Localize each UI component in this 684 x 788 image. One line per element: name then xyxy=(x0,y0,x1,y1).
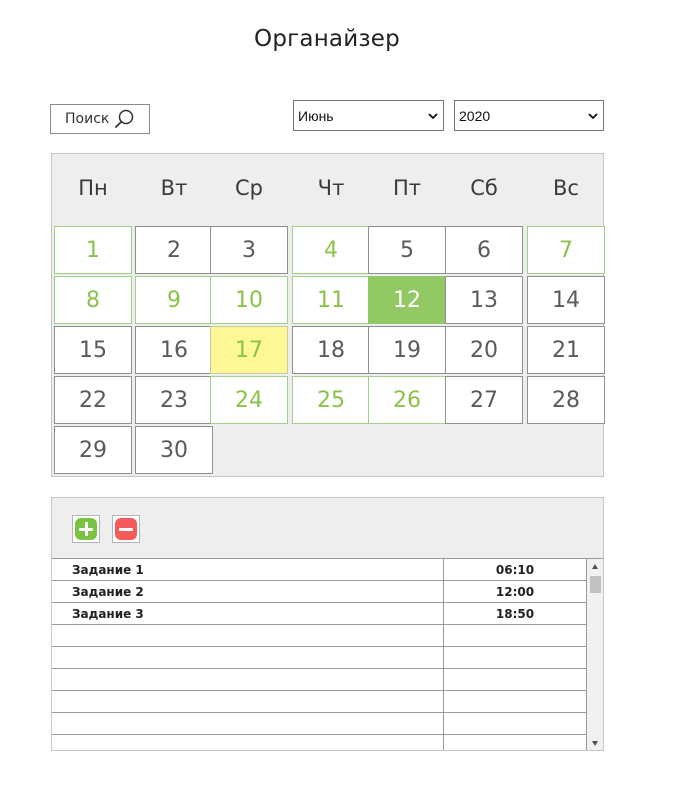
calendar-day-29[interactable]: 29 xyxy=(54,426,132,474)
calendar-day-15[interactable]: 15 xyxy=(54,326,132,374)
scroll-thumb[interactable] xyxy=(590,576,601,593)
calendar-day-14[interactable]: 14 xyxy=(527,276,605,324)
month-select[interactable]: Июнь xyxy=(293,100,444,131)
calendar-day-7[interactable]: 7 xyxy=(527,226,605,274)
calendar-day-2[interactable]: 2 xyxy=(135,226,213,274)
task-row[interactable] xyxy=(52,647,586,669)
task-row[interactable] xyxy=(52,691,586,713)
weekday-header: Вс xyxy=(553,176,579,200)
calendar-day-6[interactable]: 6 xyxy=(445,226,523,274)
task-name: Задание 2 xyxy=(72,585,144,599)
calendar-day-24[interactable]: 24 xyxy=(210,376,288,424)
calendar-day-25[interactable]: 25 xyxy=(292,376,370,424)
task-name: Задание 3 xyxy=(72,607,144,621)
task-time: 18:50 xyxy=(495,607,535,621)
calendar-day-13[interactable]: 13 xyxy=(445,276,523,324)
calendar-day-4[interactable]: 4 xyxy=(292,226,370,274)
weekday-header: Ср xyxy=(235,176,263,200)
task-row[interactable] xyxy=(52,625,586,647)
task-row[interactable]: Задание 2 12:00 xyxy=(52,581,586,603)
task-name: Задание 1 xyxy=(72,563,144,577)
chevron-down-icon xyxy=(428,113,438,120)
task-time: 06:10 xyxy=(495,563,535,577)
calendar-day-17[interactable]: 17 xyxy=(210,326,288,374)
calendar-day-22[interactable]: 22 xyxy=(54,376,132,424)
calendar-day-19[interactable]: 19 xyxy=(368,326,446,374)
search-label: Поиск xyxy=(65,111,110,127)
task-row[interactable]: Задание 3 18:50 xyxy=(52,603,586,625)
calendar-day-3[interactable]: 3 xyxy=(210,226,288,274)
task-table: Задание 3 18:50 Задание 2 12:00 Задание 1 06:… xyxy=(52,558,603,750)
add-task-button[interactable] xyxy=(72,515,100,543)
calendar-day-12[interactable]: 12 xyxy=(368,276,446,324)
calendar-day-16[interactable]: 16 xyxy=(135,326,213,374)
calendar-day-20[interactable]: 20 xyxy=(445,326,523,374)
year-select-value: 2020 xyxy=(459,107,491,124)
weekday-header: Чт xyxy=(317,176,345,200)
calendar-day-5[interactable]: 5 xyxy=(368,226,446,274)
calendar-day-8[interactable]: 8 xyxy=(54,276,132,324)
weekday-header: Вт xyxy=(160,176,188,200)
calendar-day-26[interactable]: 26 xyxy=(368,376,446,424)
calendar-day-23[interactable]: 23 xyxy=(135,376,213,424)
calendar-day-27[interactable]: 27 xyxy=(445,376,523,424)
task-row[interactable]: Задание 1 06:10 xyxy=(52,559,586,581)
calendar-day-21[interactable]: 21 xyxy=(527,326,605,374)
task-row[interactable] xyxy=(52,713,586,735)
year-select[interactable]: 2020 xyxy=(454,100,604,131)
column-divider xyxy=(443,559,444,750)
search-icon xyxy=(115,109,134,128)
calendar-day-30[interactable]: 30 xyxy=(135,426,213,474)
scroll-up-icon[interactable] xyxy=(591,563,599,571)
weekday-header: Пт xyxy=(392,176,422,200)
calendar-day-10[interactable]: 10 xyxy=(210,276,288,324)
task-row[interactable] xyxy=(52,735,586,750)
task-row[interactable] xyxy=(52,669,586,691)
remove-task-button[interactable] xyxy=(112,515,140,543)
calendar-day-1[interactable]: 1 xyxy=(54,226,132,274)
task-time: 12:00 xyxy=(495,585,535,599)
tasks-panel: Задание 3 18:50 Задание 2 12:00 Задание 1 06:… xyxy=(51,497,604,751)
minus-icon xyxy=(115,518,137,540)
scroll-down-icon[interactable] xyxy=(591,739,599,747)
calendar-day-18[interactable]: 18 xyxy=(292,326,370,374)
page-title: Органайзер xyxy=(254,26,400,52)
calendar-day-28[interactable]: 28 xyxy=(527,376,605,424)
weekday-header: Пн xyxy=(78,176,108,200)
scrollbar[interactable] xyxy=(587,559,603,750)
month-select-value: Июнь xyxy=(298,107,334,124)
chevron-down-icon xyxy=(588,113,598,120)
weekday-header: Сб xyxy=(470,176,498,200)
plus-icon xyxy=(75,518,97,540)
calendar-day-9[interactable]: 9 xyxy=(135,276,213,324)
search-button[interactable]: Поиск xyxy=(50,104,150,134)
calendar-grid: Пн Вт Ср Чт Пт Сб Вс 1 2 3 4 5 6 7 8 9 10 11 12 13 14 15 16 17 1… xyxy=(51,153,605,477)
calendar-day-11[interactable]: 11 xyxy=(292,276,370,324)
